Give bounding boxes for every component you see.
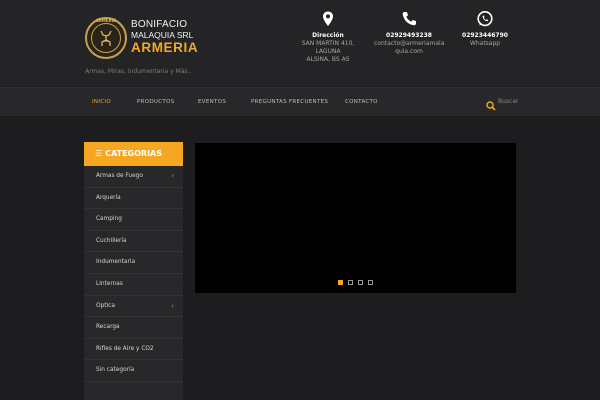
brand-line1: BONIFACIO (131, 19, 188, 30)
category-item-indumentaria[interactable]: Indumentaria (84, 252, 183, 274)
chevron-right-icon: › (171, 301, 174, 310)
whatsapp-icon (476, 10, 494, 28)
contact-whatsapp-number: 02923446790 (462, 32, 508, 39)
nav-item-productos[interactable]: PRODUCTOS (137, 99, 174, 105)
contact-phone[interactable]: 02929493238 contacto@armeriamala quia.co… (374, 10, 444, 56)
category-item-rifles[interactable]: Rifles de Aire y CO2 (84, 339, 183, 361)
slider-dot[interactable] (348, 280, 353, 285)
contact-whatsapp[interactable]: 02923446790 Whatsapp (460, 10, 510, 48)
brand-line3: ARMERIA (131, 40, 199, 55)
category-sidebar: ☰ CATEGORIAS Armas de Fuego › Arquería Cam… (84, 142, 183, 400)
site-tagline: Armas, Miras, Indumentaria y Más.. (85, 68, 192, 75)
category-item-linternas[interactable]: Linternas (84, 274, 183, 296)
category-item-camping[interactable]: Camping (84, 209, 183, 231)
category-item-sin-categoria[interactable]: Sin categoría (84, 360, 183, 382)
chevron-right-icon: › (171, 172, 174, 180)
site-logo[interactable]: ARMERIA BONIFACIO MALAQUIA SRL ARMERIA (85, 17, 198, 59)
brand-line2: MALAQUIA SRL (131, 30, 194, 40)
logo-seal: ARMERIA (85, 17, 127, 59)
nav-item-preguntas-frecuentes[interactable]: PREGUNTAS FRECUENTES (251, 99, 328, 105)
nav-item-contacto[interactable]: CONTACTO (345, 99, 378, 105)
hero-slider[interactable] (195, 143, 516, 293)
search-input[interactable] (498, 96, 558, 107)
search-icon[interactable] (486, 96, 496, 111)
site-header: ARMERIA BONIFACIO MALAQUIA SRL ARMERIA A… (0, 0, 600, 86)
category-heading: ☰ CATEGORIAS (84, 142, 183, 166)
phone-icon (400, 10, 418, 28)
deer-icon (97, 28, 115, 48)
contact-title: Dirección (312, 32, 344, 39)
nav-item-eventos[interactable]: EVENTOS (198, 99, 226, 105)
category-item-armas-de-fuego[interactable]: Armas de Fuego › (84, 166, 183, 188)
category-item-arqueria[interactable]: Arquería (84, 188, 183, 210)
contact-phone-number: 02929493238 (386, 32, 432, 39)
slider-dot[interactable] (368, 280, 373, 285)
contact-address: Dirección SAN MARTIN 410, LAGUNA ALSINA,… (290, 10, 366, 64)
nav-item-inicio[interactable]: INICIO (92, 99, 111, 105)
slider-dot[interactable] (358, 280, 363, 285)
slider-dot[interactable] (338, 280, 343, 285)
map-pin-icon (319, 10, 337, 28)
category-item-optica[interactable]: Optica › (84, 296, 183, 318)
category-item-recarga[interactable]: Recarga (84, 317, 183, 339)
menu-icon: ☰ (95, 149, 103, 158)
category-item-cuchilleria[interactable]: Cuchillería (84, 231, 183, 253)
